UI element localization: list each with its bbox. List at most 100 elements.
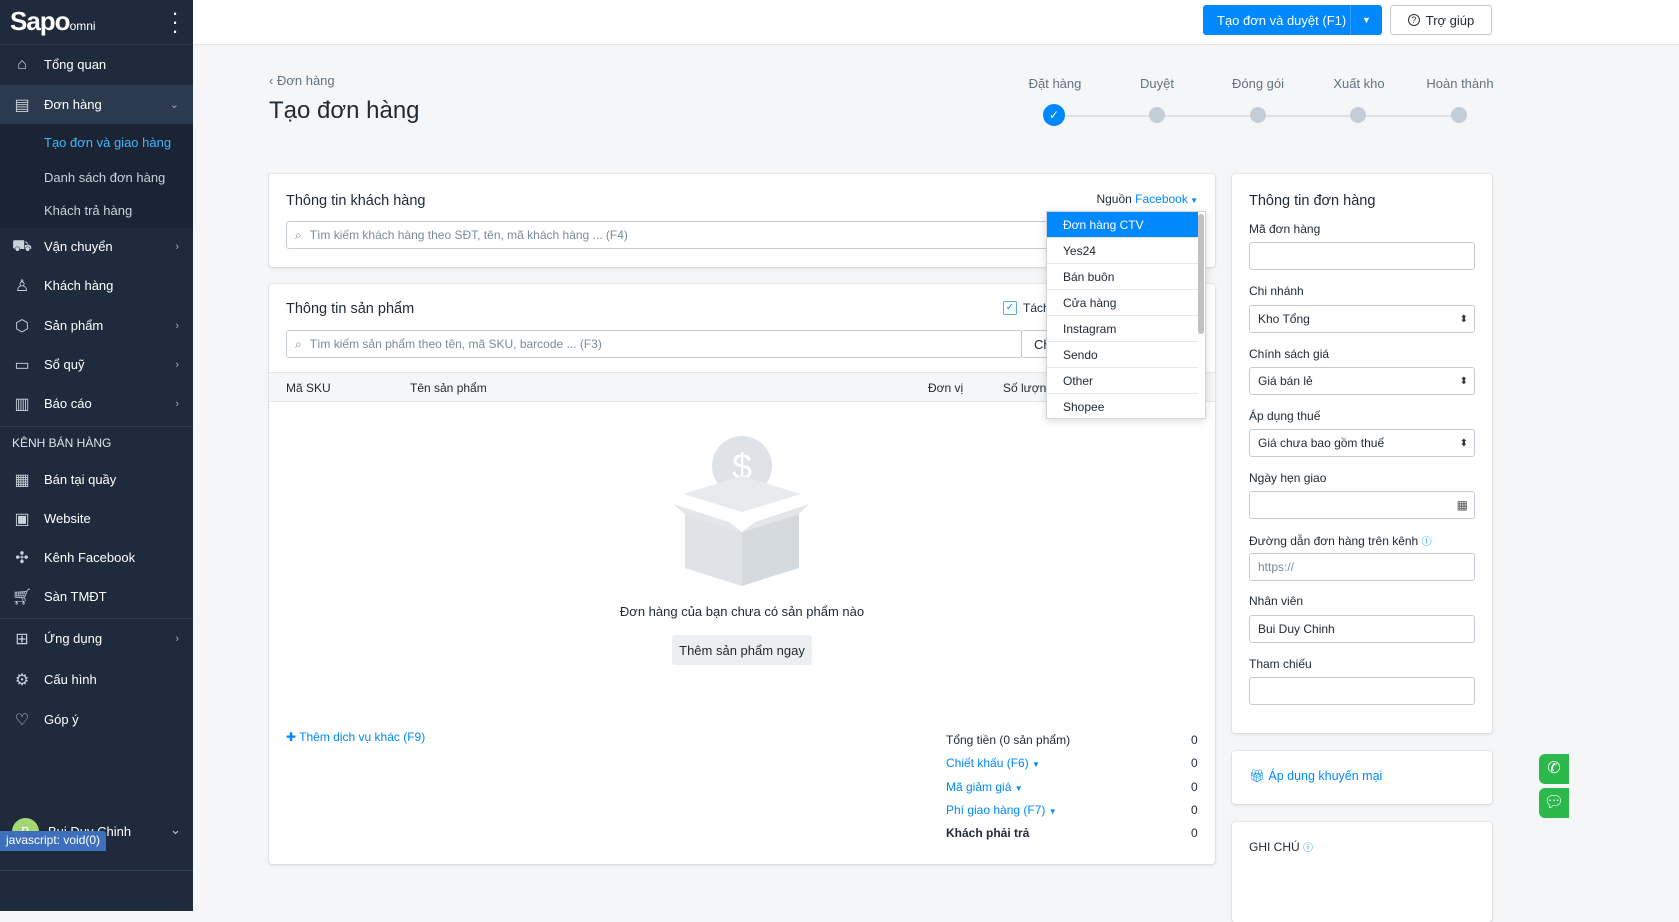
website-icon: ▣	[14, 510, 30, 528]
truck-icon: ⛟	[11, 237, 33, 255]
label: Tham chiếu	[1249, 657, 1312, 671]
label: Chiết khấu (F6)	[946, 756, 1029, 770]
order-code-input[interactable]	[1249, 242, 1475, 270]
calendar-icon[interactable]: ▦	[1457, 498, 1468, 512]
heart-icon: ♡	[14, 711, 30, 729]
more-icon[interactable]: · · ·	[170, 2, 180, 42]
logo-sub: omni	[69, 19, 96, 33]
chevron-down-icon[interactable]: ⌄	[170, 822, 181, 838]
step-dot	[1451, 107, 1467, 123]
breadcrumb-link[interactable]: Đơn hàng	[277, 73, 335, 88]
sidebar-item-pos[interactable]: ▦ Bán tại quầy	[0, 460, 193, 499]
source-option[interactable]: Đơn hàng CTV	[1047, 212, 1198, 238]
sidebar-item-overview[interactable]: ⌂ Tổng quan	[0, 45, 193, 84]
coupon-link[interactable]: Mã giảm giá ▼	[946, 780, 1023, 794]
label: Báo cáo	[44, 396, 92, 411]
sidebar-subitem-create-order[interactable]: Tạo đơn và giao hàng	[44, 135, 171, 150]
channel-url-input[interactable]: https://	[1249, 553, 1475, 581]
discount-link[interactable]: Chiết khấu (F6) ▼	[946, 756, 1040, 770]
sidebar-item-orders[interactable]: ▤ Đơn hàng ⌄	[0, 85, 193, 124]
step-label: Hoàn thành	[1426, 76, 1494, 91]
source-option[interactable]: Instagram	[1047, 316, 1198, 342]
logo-text: Sapo	[10, 6, 71, 36]
empty-box-icon: $	[673, 436, 809, 586]
placeholder: Tìm kiếm sản phẩm theo tên, mã SKU, barc…	[309, 337, 602, 351]
source-option[interactable]: Shopee	[1047, 394, 1198, 420]
phone-icon[interactable]: ✆	[1539, 754, 1569, 784]
topbar: Tạo đơn và duyệt (F1) ▼ ? Trợ giúp	[193, 0, 1679, 45]
info-icon[interactable]: ⓘ	[1422, 537, 1432, 548]
logo[interactable]: Sapoomni	[10, 6, 96, 37]
staff-input[interactable]: Bui Duy Chinh	[1249, 615, 1475, 643]
info-icon[interactable]: ⓘ	[1303, 843, 1313, 854]
source-option[interactable]: Sendo	[1047, 342, 1198, 368]
branch-select[interactable]: Kho Tổng	[1249, 305, 1475, 333]
delivery-date-input[interactable]: ▦	[1249, 491, 1475, 519]
source-option[interactable]: Cửa hàng	[1047, 290, 1198, 316]
sidebar-item-website[interactable]: ▣ Website	[0, 499, 193, 538]
cash-icon: ▭	[14, 356, 30, 374]
sidebar-subitem-order-list[interactable]: Danh sách đơn hàng	[44, 170, 165, 185]
label: Góp ý	[44, 712, 79, 727]
step-dot	[1350, 107, 1366, 123]
total-due-value: 0	[1191, 826, 1198, 840]
label: Ngày hẹn giao	[1249, 471, 1327, 485]
label: Sổ quỹ	[44, 357, 85, 372]
create-approve-button[interactable]: Tạo đơn và duyệt (F1) ▼	[1203, 5, 1382, 35]
box-icon: ⬡	[15, 317, 29, 335]
chart-icon: ▥	[14, 395, 30, 413]
label-text: Đường dẫn đơn hàng trên kênh	[1249, 534, 1419, 548]
reference-input[interactable]	[1249, 677, 1475, 705]
sidebar-item-cashbook[interactable]: ▭ Sổ quỹ ›	[0, 345, 193, 384]
discount-value: 0	[1191, 756, 1198, 770]
col-unit: Đơn vị	[928, 381, 964, 395]
home-icon: ⌂	[17, 55, 27, 73]
sidebar-item-feedback[interactable]: ♡ Góp ý	[0, 700, 193, 739]
network-icon: ✣	[15, 549, 29, 567]
sidebar-item-customers[interactable]: ♙ Khách hàng	[0, 266, 193, 305]
cart-icon: 🛒︎	[11, 588, 33, 606]
product-search-input[interactable]: ⌕ Tìm kiếm sản phẩm theo tên, mã SKU, bar…	[286, 330, 1022, 358]
sidebar-item-products[interactable]: ⬡ Sản phẩm ›	[0, 306, 193, 345]
sidebar-item-marketplace[interactable]: 🛒︎ Sàn TMĐT	[0, 577, 193, 616]
chevron-down-icon: ⌄	[169, 99, 179, 111]
chat-icon[interactable]: 💬︎	[1539, 788, 1569, 818]
col-sku: Mã SKU	[286, 381, 331, 395]
source-option[interactable]: Other	[1047, 368, 1198, 394]
help-button[interactable]: ? Trợ giúp	[1390, 5, 1492, 35]
sidebar-item-facebook[interactable]: ✣ Kênh Facebook	[0, 538, 193, 577]
label: Cấu hình	[44, 672, 97, 687]
source-select[interactable]: Nguồn Facebook ▼	[1096, 192, 1198, 206]
sidebar-item-settings[interactable]: ⚙ Cấu hình	[0, 660, 193, 699]
search-icon: ⌕	[295, 227, 302, 242]
label: Trợ giúp	[1425, 12, 1475, 28]
card-title: Thông tin đơn hàng	[1249, 193, 1376, 209]
add-product-button[interactable]: Thêm sản phẩm ngay	[672, 635, 812, 665]
check-icon: ✓	[1043, 104, 1065, 126]
label: Chính sách giá	[1249, 347, 1330, 361]
label: Website	[44, 511, 91, 526]
sidebar-item-apps[interactable]: ⊞ Ứng dụng ›	[0, 619, 193, 658]
sidebar-item-shipping[interactable]: ⛟ Vận chuyển ›	[0, 227, 193, 266]
price-policy-select[interactable]: Giá bán lẻ	[1249, 367, 1475, 395]
source-option[interactable]: Yes24	[1047, 238, 1198, 264]
add-service-link[interactable]: ✚ Thêm dịch vụ khác (F9)	[286, 730, 425, 744]
label: Kênh Facebook	[44, 550, 136, 565]
shipping-fee-link[interactable]: Phí giao hàng (F7) ▼	[946, 803, 1057, 817]
chevron-right-icon: ›	[175, 397, 179, 410]
source-option[interactable]: Bán buôn	[1047, 264, 1198, 290]
breadcrumb[interactable]: ‹ Đơn hàng	[269, 73, 335, 88]
apply-promo-link[interactable]: 🎁︎ Áp dụng khuyến mại	[1249, 769, 1382, 784]
section-heading: KÊNH BÁN HÀNG	[12, 436, 112, 450]
tax-select[interactable]: Giá chưa bao gồm thuế	[1249, 429, 1475, 457]
split-checkbox[interactable]: ✓	[1003, 301, 1017, 315]
chevron-right-icon: ›	[175, 240, 179, 253]
caret-down-icon[interactable]: ▼	[1350, 5, 1382, 35]
gear-icon: ⚙	[14, 671, 30, 689]
sidebar-subitem-returns[interactable]: Khách trả hàng	[44, 203, 132, 218]
scrollbar[interactable]	[1198, 214, 1204, 334]
sidebar-item-reports[interactable]: ▥ Báo cáo ›	[0, 384, 193, 423]
label: Đơn hàng	[44, 97, 102, 112]
placeholder: Tìm kiếm khách hàng theo SĐT, tên, mã kh…	[309, 228, 628, 242]
label: Ứng dụng	[44, 631, 103, 646]
